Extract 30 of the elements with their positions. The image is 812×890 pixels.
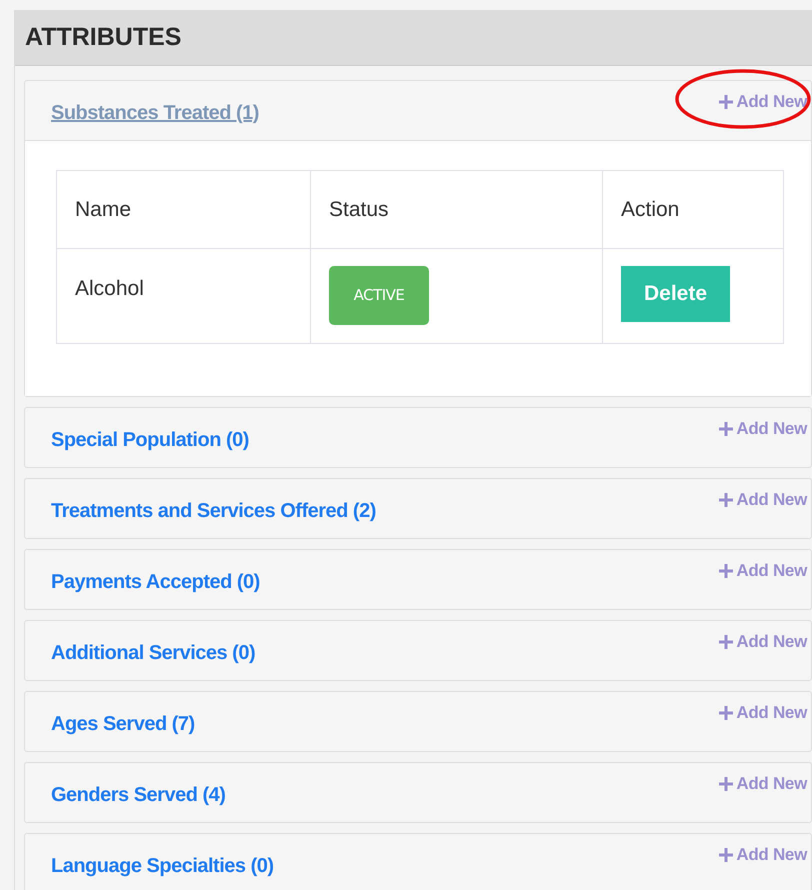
column-header: Name xyxy=(75,198,132,221)
plus-icon xyxy=(719,634,734,649)
column-header: Action xyxy=(621,198,680,221)
add-new-button[interactable]: Add New xyxy=(719,771,807,796)
section-title-link[interactable]: Additional Services (0) xyxy=(51,638,256,668)
plus-icon xyxy=(719,776,734,791)
add-new-button[interactable]: Add New xyxy=(719,487,807,512)
add-new-button[interactable]: Add New xyxy=(719,842,807,868)
plus-icon xyxy=(719,706,734,720)
plus-icon xyxy=(719,422,734,436)
section-title-link[interactable]: Genders Served (4) xyxy=(51,780,226,810)
delete-button[interactable]: Delete xyxy=(621,266,730,322)
section-title-link[interactable]: Treatments and Services Offered (2) xyxy=(51,496,376,526)
section-title-link[interactable]: Substances Treated (1) xyxy=(51,98,259,128)
section-title-link[interactable]: Special Population (0) xyxy=(51,425,249,455)
section-title-link[interactable]: Language Specialties (0) xyxy=(51,851,274,881)
section-title-link[interactable]: Payments Accepted (0) xyxy=(51,567,260,597)
plus-icon xyxy=(719,848,734,862)
plus-icon xyxy=(719,564,734,578)
plus-icon xyxy=(719,492,734,507)
table-cell: Alcohol xyxy=(75,277,144,300)
add-new-button[interactable]: Add New xyxy=(719,629,807,654)
plus-icon xyxy=(719,94,734,109)
panel-title: ATTRIBUTES xyxy=(25,22,182,54)
add-new-button[interactable]: Add New xyxy=(719,700,807,726)
section-title-link[interactable]: Ages Served (7) xyxy=(51,709,195,739)
add-new-button[interactable]: Add New xyxy=(719,558,807,584)
column-header: Status xyxy=(329,198,389,221)
status-badge: ACTIVE xyxy=(329,266,429,325)
add-new-button[interactable]: Add New xyxy=(719,416,807,442)
